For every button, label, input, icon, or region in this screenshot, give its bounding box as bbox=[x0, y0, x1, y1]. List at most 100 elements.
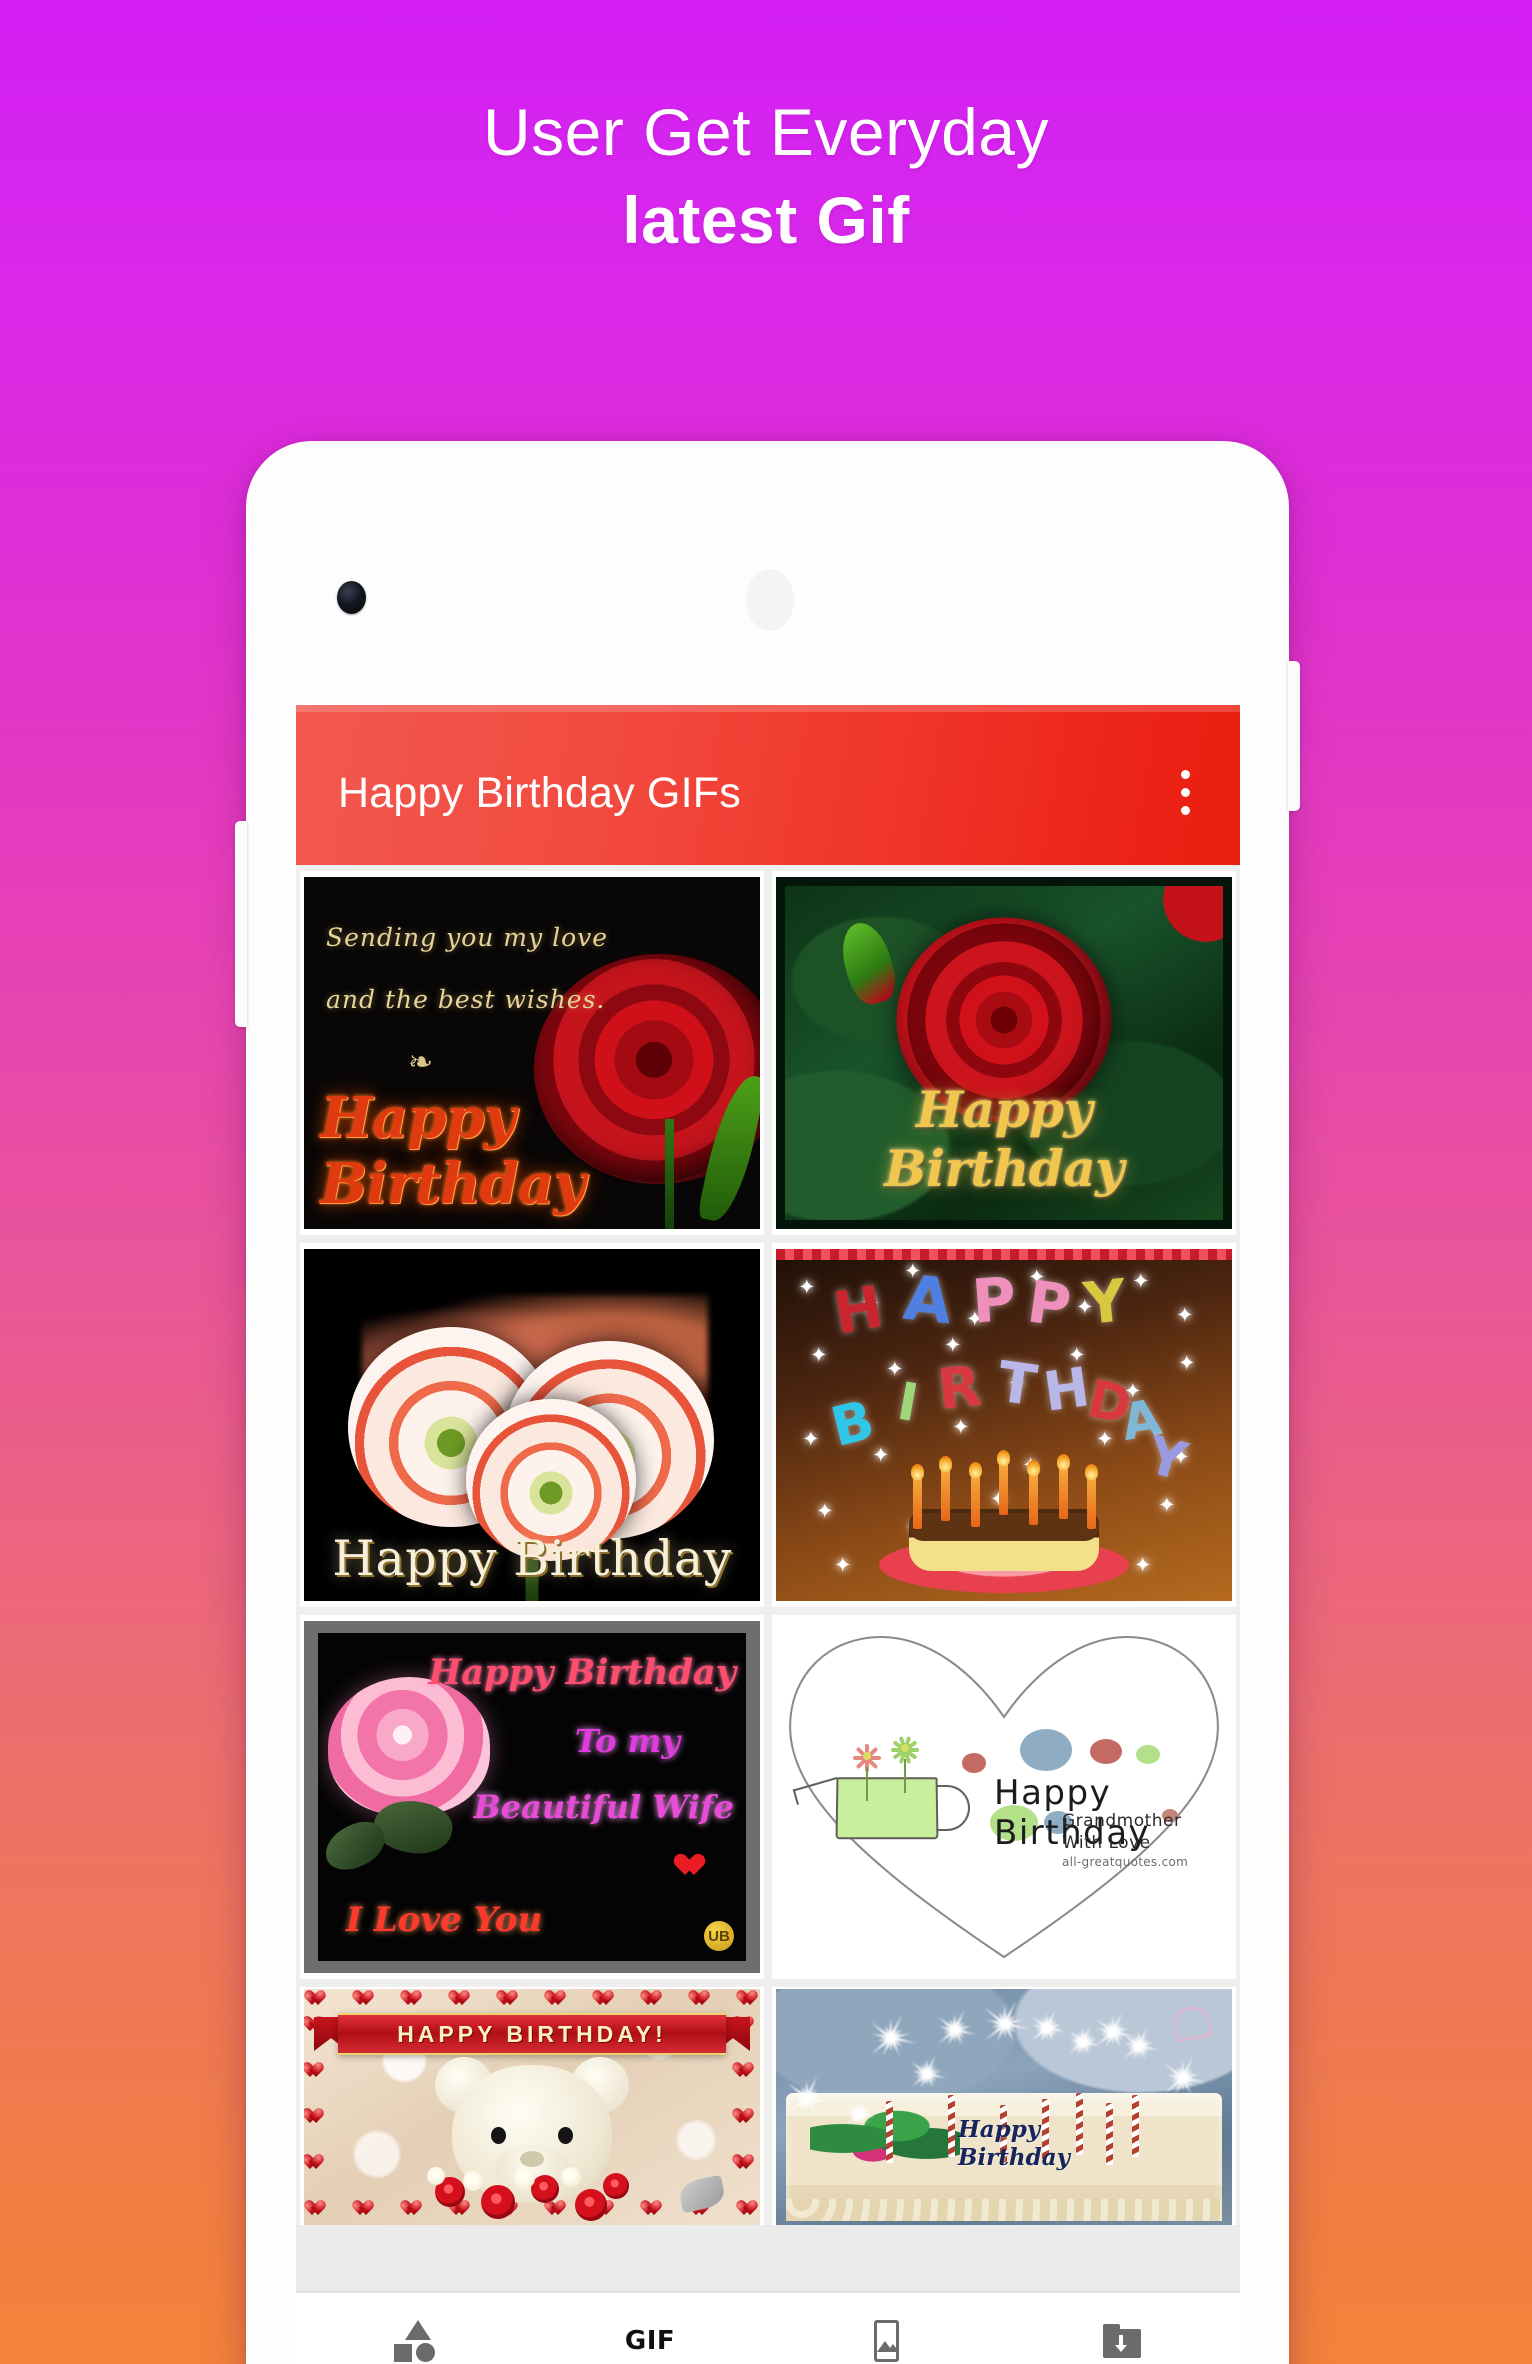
sparkler-icon bbox=[1004, 2023, 1005, 2024]
headline-line-1: User Get Everyday bbox=[0, 96, 1532, 170]
rose-graphic bbox=[575, 2189, 607, 2221]
gif1-text-line2: and the best wishes. bbox=[326, 985, 605, 1014]
gif5-line3: Beautiful Wife bbox=[474, 1791, 734, 1823]
sparkle-icon: ✦ bbox=[810, 1345, 828, 1366]
cake-decoration-graphic bbox=[810, 2105, 960, 2167]
heart-icon bbox=[680, 1855, 704, 1877]
sparkler-icon bbox=[1182, 2077, 1183, 2078]
gif5-line4: I Love You bbox=[346, 1903, 542, 1937]
candle-graphic bbox=[1076, 2093, 1083, 2155]
app-bar: Happy Birthday GIFs bbox=[296, 705, 1240, 865]
nav-item-category[interactable]: Category bbox=[296, 2293, 532, 2364]
ribbon-banner: HAPPY BIRTHDAY! bbox=[338, 2013, 726, 2055]
sparkle-icon: ✦ bbox=[834, 1555, 852, 1576]
rose-bud-graphic bbox=[835, 917, 902, 1009]
phone-screen: Happy Birthday GIFs Sending you my love … bbox=[296, 705, 1240, 2364]
nav-item-download[interactable]: Download bbox=[1004, 2293, 1240, 2364]
sparkle-icon: ✦ bbox=[798, 1277, 816, 1298]
gif-thumbnail-4: ✦✦✦✦✦✦✦✦✦✦✦✦✦✦✦✦✦✦✦✦✦✦✦✦✦✦✦✦✦ HAPPYBIRTH… bbox=[776, 1249, 1232, 1601]
gif6-sub2: With Love bbox=[1062, 1833, 1151, 1853]
phone-mockup: Happy Birthday GIFs Sending you my love … bbox=[246, 441, 1289, 2364]
gif-card[interactable]: Sending you my love and the best wishes.… bbox=[300, 871, 764, 1235]
gif1-greeting: Happy Birthday bbox=[320, 1085, 746, 1217]
gif1-text-line1: Sending you my love bbox=[326, 923, 608, 952]
flower-graphic bbox=[561, 2167, 581, 2187]
balloon-letter: H bbox=[829, 1277, 887, 1343]
heart-icon bbox=[692, 1991, 709, 2006]
nav-item-images[interactable]: Images bbox=[768, 2293, 1004, 2364]
flourish-icon: ❧ bbox=[408, 1045, 433, 1080]
heart-icon bbox=[740, 1991, 757, 2006]
sparkler-icon bbox=[926, 2073, 927, 2074]
gif-card[interactable]: ✦✦✦✦✦✦✦✦✦✦✦✦✦✦✦✦✦✦✦✦✦✦✦✦✦✦✦✦✦ HAPPYBIRTH… bbox=[772, 1243, 1236, 1607]
headline-line-2: latest Gif bbox=[0, 184, 1532, 258]
corner-rose-graphic bbox=[1145, 886, 1223, 946]
sparkle-icon: ✦ bbox=[1178, 1353, 1196, 1374]
more-vert-icon[interactable] bbox=[1156, 746, 1214, 838]
sparkle-icon: ✦ bbox=[1134, 1555, 1152, 1576]
sparkler-icon bbox=[1138, 2045, 1139, 2046]
heart-icon bbox=[736, 2063, 753, 2078]
sparkler-icon bbox=[1112, 2031, 1113, 2032]
heart-icon bbox=[306, 2155, 323, 2170]
gif6-url: all-greatquotes.com bbox=[1062, 1855, 1188, 1869]
cake-scallop-graphic bbox=[786, 2199, 1222, 2221]
heart-icon bbox=[306, 2109, 323, 2124]
shapes-icon bbox=[391, 2320, 437, 2362]
gif7-banner-text: HAPPY BIRTHDAY! bbox=[397, 2021, 667, 2048]
heart-icon bbox=[356, 1991, 373, 2006]
rose-graphic bbox=[531, 2175, 559, 2203]
gif6-sub1: Grandmother bbox=[1062, 1811, 1182, 1831]
balloon-letter: T bbox=[994, 1355, 1040, 1416]
rose-graphic bbox=[481, 2185, 515, 2219]
power-button[interactable] bbox=[1288, 661, 1300, 811]
balloon-letter: P bbox=[1024, 1272, 1074, 1335]
heart-icon bbox=[500, 1991, 517, 2006]
nav-item-gifs[interactable]: GIF Gifs bbox=[532, 2293, 768, 2364]
candle-graphic bbox=[1132, 2095, 1139, 2157]
watermark-badge: UB bbox=[704, 1921, 734, 1951]
bubble-graphic bbox=[962, 1753, 986, 1773]
gif-card[interactable]: Happy Birthday bbox=[300, 1243, 764, 1607]
balloon-letter: A bbox=[901, 1267, 955, 1334]
rose-bouquet-graphic bbox=[427, 2163, 637, 2225]
sparkler-icon bbox=[806, 2097, 807, 2098]
gif5-line2: To my bbox=[575, 1725, 680, 1757]
bottom-navigation: Category GIF Gifs Images bbox=[296, 2293, 1240, 2364]
gif-card[interactable]: Happy Birthday Grandmother With Love all… bbox=[772, 1615, 1236, 1979]
heart-icon bbox=[356, 2201, 373, 2216]
gif-card[interactable]: Happy Birthday bbox=[772, 1987, 1236, 2225]
flower-graphic bbox=[463, 2171, 483, 2191]
gif8-line1: Happy bbox=[958, 2116, 1070, 2145]
gif-thumbnail-8: Happy Birthday bbox=[776, 1989, 1232, 2225]
sparkler-icon bbox=[890, 2037, 891, 2038]
bubble-graphic bbox=[1020, 1729, 1072, 1771]
heart-outline-icon bbox=[1171, 2004, 1213, 2043]
volume-button[interactable] bbox=[235, 821, 247, 1027]
gif-card[interactable]: HAPPY BIRTHDAY! bbox=[300, 1987, 764, 2225]
app-bar-title: Happy Birthday GIFs bbox=[338, 769, 1156, 818]
top-border-graphic bbox=[776, 1249, 1232, 1260]
rose-graphic bbox=[603, 2173, 629, 2199]
flower-icon bbox=[850, 1739, 884, 1773]
heart-icon bbox=[404, 1991, 421, 2006]
image-icon bbox=[863, 2320, 909, 2362]
balloon-letter: I bbox=[894, 1376, 922, 1431]
sparkle-icon: ✦ bbox=[1158, 1495, 1176, 1516]
flower-graphic bbox=[427, 2167, 445, 2185]
gif-grid: Sending you my love and the best wishes.… bbox=[296, 865, 1240, 2225]
heart-icon bbox=[308, 1991, 325, 2006]
front-camera-icon bbox=[337, 581, 366, 614]
gif2-greeting: Happy Birthday bbox=[795, 1080, 1213, 1198]
gif-card[interactable]: Happy Birthday To my Beautiful Wife I Lo… bbox=[300, 1615, 764, 1979]
gif-icon: GIF bbox=[627, 2320, 673, 2362]
earpiece-speaker-icon bbox=[746, 569, 794, 631]
gif-thumbnail-6: Happy Birthday Grandmother With Love all… bbox=[776, 1621, 1232, 1973]
heart-icon bbox=[596, 1991, 613, 2006]
sparkler-icon bbox=[1082, 2041, 1083, 2042]
watering-can-body bbox=[836, 1777, 939, 1839]
gif5-line1: Happy Birthday bbox=[428, 1655, 736, 1690]
gif-card[interactable]: Happy Birthday bbox=[772, 871, 1236, 1235]
heart-icon bbox=[306, 2063, 323, 2078]
heart-icon bbox=[452, 1991, 469, 2006]
